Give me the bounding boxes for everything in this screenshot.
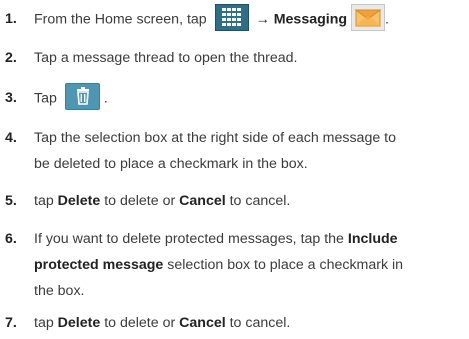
step-number: 3.: [5, 90, 17, 106]
arrow-glyph: →: [255, 11, 270, 28]
step-number: 7.: [5, 315, 17, 331]
step-number: 2.: [5, 50, 17, 66]
step-number: 4.: [5, 130, 17, 146]
instruction-list: 1. From the Home screen, tap → Messaging: [0, 0, 469, 339]
step-number: 1.: [5, 11, 17, 27]
step-text: Tap the selection box at the right side …: [34, 130, 397, 172]
step-text: Tap .: [34, 83, 464, 112]
step-text: Tap a message thread to open the thread.: [34, 50, 298, 66]
step-text: tap Delete to delete or Cancel to cancel…: [34, 193, 291, 209]
trash-icon: [64, 83, 100, 110]
messaging-envelope-icon: [351, 4, 386, 31]
apps-grid-icon: [214, 4, 249, 31]
step-number: 6.: [5, 231, 17, 247]
step-text: tap Delete to delete or Cancel to cancel…: [34, 315, 291, 331]
step-text: If you want to delete protected messages…: [34, 231, 404, 299]
step-text: From the Home screen, tap → Messaging .: [34, 4, 464, 33]
step-number: 5.: [5, 193, 17, 209]
